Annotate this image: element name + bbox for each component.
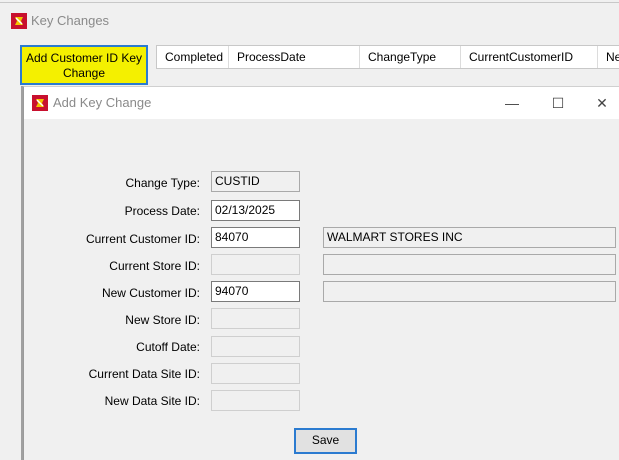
app-logo-icon bbox=[11, 13, 27, 29]
maximize-button[interactable]: ☐ bbox=[535, 87, 581, 119]
add-customer-id-key-change-button[interactable]: Add Customer ID Key Change bbox=[20, 45, 148, 85]
process-date-input[interactable]: 02/13/2025 bbox=[211, 200, 300, 221]
new-customer-id-label: New Customer ID: bbox=[101, 286, 200, 300]
dialog-title: Add Key Change bbox=[53, 95, 152, 110]
current-store-name-field bbox=[323, 254, 616, 275]
dialog-titlebar: Add Key Change — ☐ ✕ bbox=[24, 87, 619, 119]
change-type-field: CUSTID bbox=[211, 171, 300, 192]
new-data-site-id-label: New Data Site ID: bbox=[104, 394, 200, 408]
new-store-id-label: New Store ID: bbox=[125, 313, 200, 327]
app-logo-icon bbox=[32, 95, 48, 111]
current-customer-id-label: Current Customer ID: bbox=[85, 232, 200, 246]
current-customer-name-field: WALMART STORES INC bbox=[323, 227, 616, 248]
column-header-completed[interactable]: Completed bbox=[157, 46, 229, 68]
key-changes-grid: Completed ProcessDate ChangeType Current… bbox=[156, 45, 619, 69]
new-customer-id-input[interactable]: 94070 bbox=[211, 281, 300, 302]
current-data-site-id-input[interactable] bbox=[211, 363, 300, 384]
process-date-label: Process Date: bbox=[124, 204, 200, 218]
window-border bbox=[0, 2, 619, 3]
cutoff-date-label: Cutoff Date: bbox=[136, 340, 200, 354]
column-header-current-customer-id[interactable]: CurrentCustomerID bbox=[461, 46, 598, 68]
cutoff-date-input[interactable] bbox=[211, 336, 300, 357]
current-store-id-label: Current Store ID: bbox=[109, 259, 200, 273]
column-header-process-date[interactable]: ProcessDate bbox=[229, 46, 360, 68]
new-store-id-input[interactable] bbox=[211, 308, 300, 329]
new-customer-name-field bbox=[323, 281, 616, 302]
current-customer-id-input[interactable]: 84070 bbox=[211, 227, 300, 248]
add-key-change-dialog: Add Key Change — ☐ ✕ Change Type: CUSTID… bbox=[23, 86, 619, 460]
close-button[interactable]: ✕ bbox=[579, 87, 619, 119]
main-window-titlebar: Key Changes bbox=[0, 0, 619, 44]
column-header-new[interactable]: Ne bbox=[598, 46, 619, 68]
save-button[interactable]: Save bbox=[294, 428, 357, 454]
current-store-id-input[interactable] bbox=[211, 254, 300, 275]
change-type-label: Change Type: bbox=[125, 176, 200, 190]
minimize-button[interactable]: — bbox=[489, 87, 535, 119]
current-data-site-id-label: Current Data Site ID: bbox=[88, 367, 200, 381]
new-data-site-id-input[interactable] bbox=[211, 390, 300, 411]
main-window-title: Key Changes bbox=[31, 13, 110, 28]
column-header-change-type[interactable]: ChangeType bbox=[360, 46, 461, 68]
